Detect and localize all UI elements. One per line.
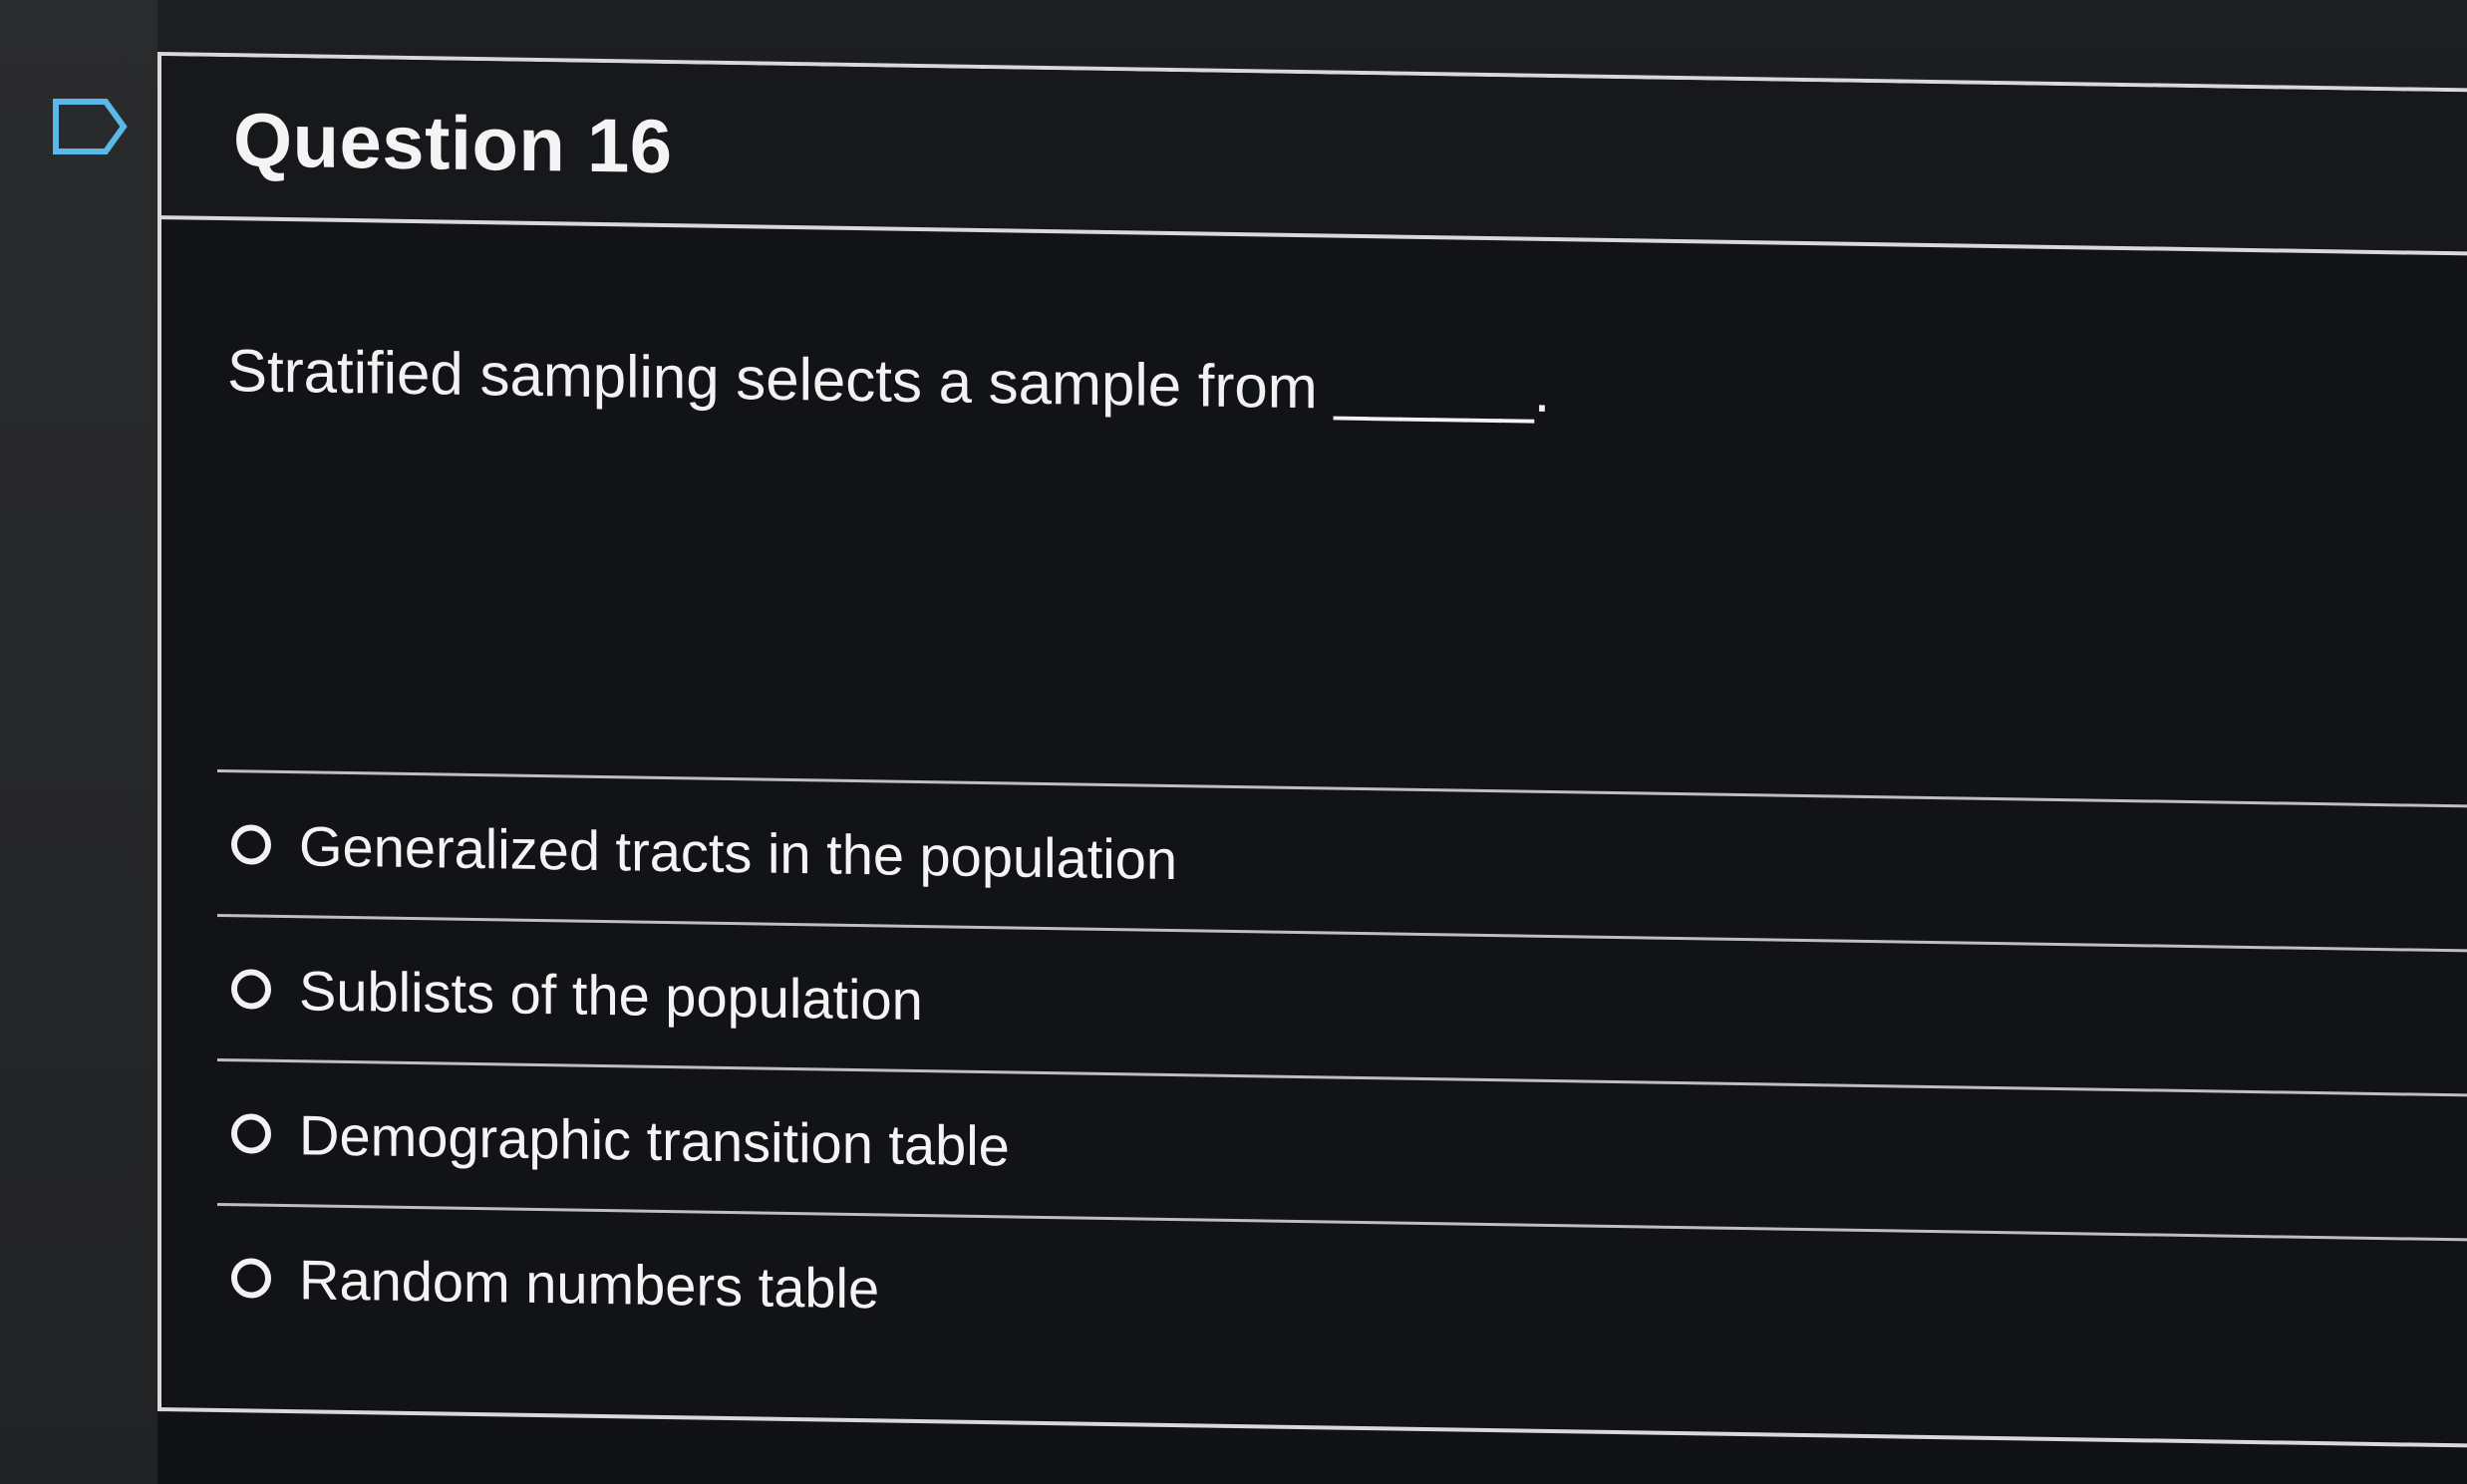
radio-button-icon[interactable] [231, 1258, 271, 1299]
left-gutter [0, 0, 157, 1484]
question-header: Question 16 [161, 56, 2467, 257]
answer-option-label[interactable]: Random numbers table [299, 1247, 879, 1321]
answer-option-2[interactable]: Sublists of the population [231, 944, 923, 1044]
question-card: Question 16 Stratified sampling selects … [157, 52, 2467, 1450]
answer-option-label[interactable]: Sublists of the population [299, 958, 923, 1033]
answer-option-4[interactable]: Random numbers table [231, 1233, 879, 1333]
question-title: Question 16 [233, 98, 673, 190]
radio-button-icon[interactable] [231, 824, 271, 865]
radio-button-icon[interactable] [231, 1113, 271, 1154]
answer-option-label[interactable]: Demographic transition table [299, 1102, 1010, 1178]
answer-option-3[interactable]: Demographic transition table [231, 1088, 1010, 1190]
answer-option-label[interactable]: Generalized tracts in the population [299, 813, 1177, 892]
flag-question-icon[interactable] [52, 98, 128, 155]
radio-button-icon[interactable] [231, 969, 271, 1010]
question-prompt: Stratified sampling selects a sample fro… [227, 337, 1551, 425]
answer-option-1[interactable]: Generalized tracts in the population [231, 799, 1177, 904]
